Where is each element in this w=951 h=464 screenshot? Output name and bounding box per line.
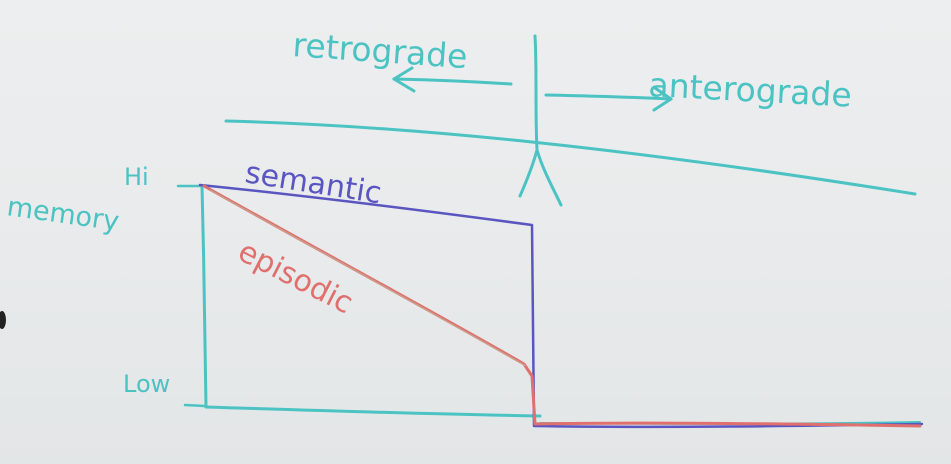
anterograde-label: anterograde (648, 65, 853, 115)
semantic-curve (198, 183, 924, 429)
episodic-curve (202, 184, 922, 428)
episodic-label: episodic (232, 234, 358, 321)
whiteboard: retrograde anterograde memory Hi Low sem… (0, 0, 951, 464)
hi-label: Hi (124, 163, 149, 191)
episodic-shadow (209, 189, 527, 367)
memory-axis-label: memory (5, 191, 121, 237)
low-label: Low (123, 370, 170, 398)
retrograde-arrow (392, 77, 513, 86)
injury-marker-left-fork (518, 148, 539, 198)
injury-marker-right-fork (535, 148, 563, 207)
low-tick (183, 403, 207, 408)
y-axis (200, 184, 208, 409)
amnesia-diagram: retrograde anterograde memory Hi Low sem… (0, 25, 924, 429)
retrograde-label: retrograde (291, 25, 468, 76)
x-axis-left (204, 405, 542, 418)
injury-marker-stem (533, 34, 539, 152)
semantic-label: semantic (243, 155, 384, 211)
edge-mark (0, 311, 6, 329)
